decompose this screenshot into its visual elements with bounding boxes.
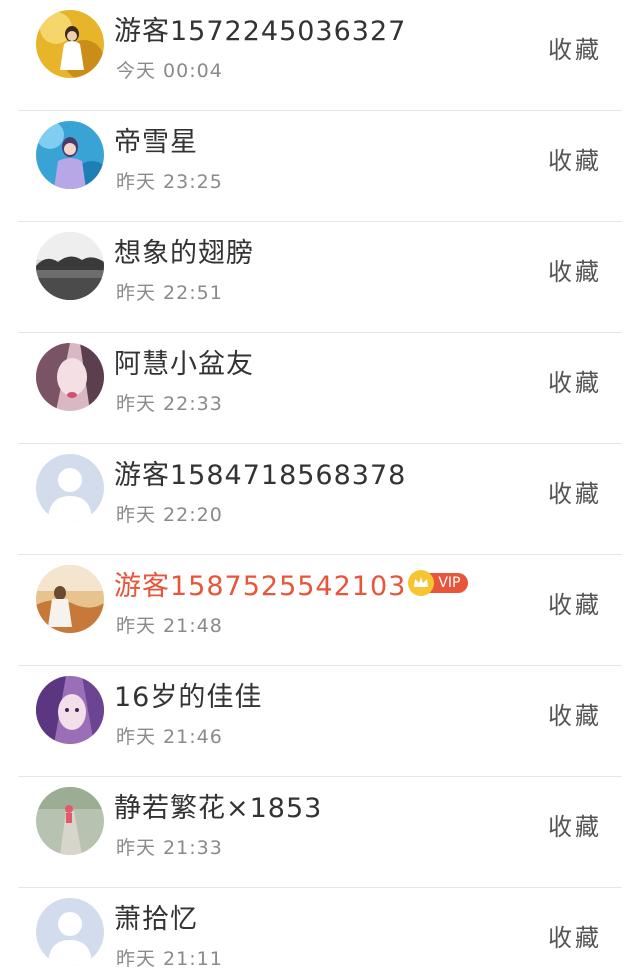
avatar-photo-icon bbox=[36, 343, 104, 411]
visit-time: 昨天 21:48 bbox=[116, 615, 223, 637]
visit-time: 今天 00:04 bbox=[116, 60, 223, 82]
favorite-button[interactable]: 收藏 bbox=[548, 30, 602, 65]
list-item[interactable]: 游客1572245036327 今天 00:04 收藏 bbox=[0, 0, 640, 111]
visit-time: 昨天 22:51 bbox=[116, 282, 223, 304]
user-name: 静若繁花×1853 bbox=[114, 792, 323, 824]
avatar-photo-icon bbox=[36, 565, 104, 633]
default-avatar-icon bbox=[36, 454, 104, 522]
default-avatar-icon bbox=[36, 898, 104, 966]
visit-time: 昨天 23:25 bbox=[116, 171, 223, 193]
favorite-button[interactable]: 收藏 bbox=[548, 474, 602, 509]
avatar[interactable] bbox=[36, 232, 104, 300]
visit-time: 昨天 21:46 bbox=[116, 726, 223, 748]
avatar-photo-icon bbox=[36, 121, 104, 189]
list-item[interactable]: 想象的翅膀 昨天 22:51 收藏 bbox=[0, 222, 640, 333]
avatar[interactable] bbox=[36, 787, 104, 855]
avatar[interactable] bbox=[36, 676, 104, 744]
visit-time: 昨天 22:20 bbox=[116, 504, 223, 526]
user-name: 阿慧小盆友 bbox=[114, 348, 254, 380]
visitor-list: 游客1572245036327 今天 00:04 收藏 帝雪星 昨天 23:25… bbox=[0, 0, 640, 968]
list-item[interactable]: 游客1587525542103 VIP 昨天 21:48 收藏 bbox=[0, 555, 640, 666]
list-item[interactable]: 16岁的佳佳 昨天 21:46 收藏 bbox=[0, 666, 640, 777]
user-name: 帝雪星 bbox=[114, 126, 198, 158]
favorite-button[interactable]: 收藏 bbox=[548, 141, 602, 176]
list-item[interactable]: 游客1584718568378 昨天 22:20 收藏 bbox=[0, 444, 640, 555]
user-name: 游客1587525542103 bbox=[114, 570, 407, 602]
favorite-button[interactable]: 收藏 bbox=[548, 585, 602, 620]
user-name: 16岁的佳佳 bbox=[114, 681, 263, 713]
avatar[interactable] bbox=[36, 565, 104, 633]
favorite-button[interactable]: 收藏 bbox=[548, 252, 602, 287]
favorite-button[interactable]: 收藏 bbox=[548, 363, 602, 398]
avatar[interactable] bbox=[36, 898, 104, 966]
list-item[interactable]: 萧拾忆 昨天 21:11 收藏 bbox=[0, 888, 640, 968]
user-name: 萧拾忆 bbox=[114, 903, 198, 935]
avatar[interactable] bbox=[36, 343, 104, 411]
visit-time: 昨天 22:33 bbox=[116, 393, 223, 415]
favorite-button[interactable]: 收藏 bbox=[548, 918, 602, 953]
user-name: 游客1572245036327 bbox=[114, 15, 407, 47]
list-item[interactable]: 帝雪星 昨天 23:25 收藏 bbox=[0, 111, 640, 222]
avatar-photo-icon bbox=[36, 676, 104, 744]
avatar[interactable] bbox=[36, 10, 104, 78]
avatar-photo-icon bbox=[36, 787, 104, 855]
avatar[interactable] bbox=[36, 121, 104, 189]
crown-icon bbox=[408, 570, 435, 596]
avatar[interactable] bbox=[36, 454, 104, 522]
visit-time: 昨天 21:11 bbox=[116, 948, 223, 968]
list-item[interactable]: 阿慧小盆友 昨天 22:33 收藏 bbox=[0, 333, 640, 444]
user-name: 想象的翅膀 bbox=[114, 237, 254, 269]
avatar-photo-icon bbox=[36, 10, 104, 78]
visit-time: 昨天 21:33 bbox=[116, 837, 223, 859]
avatar-photo-icon bbox=[36, 232, 104, 300]
user-name: 游客1584718568378 bbox=[114, 459, 407, 491]
favorite-button[interactable]: 收藏 bbox=[548, 696, 602, 731]
list-item[interactable]: 静若繁花×1853 昨天 21:33 收藏 bbox=[0, 777, 640, 888]
favorite-button[interactable]: 收藏 bbox=[548, 807, 602, 842]
